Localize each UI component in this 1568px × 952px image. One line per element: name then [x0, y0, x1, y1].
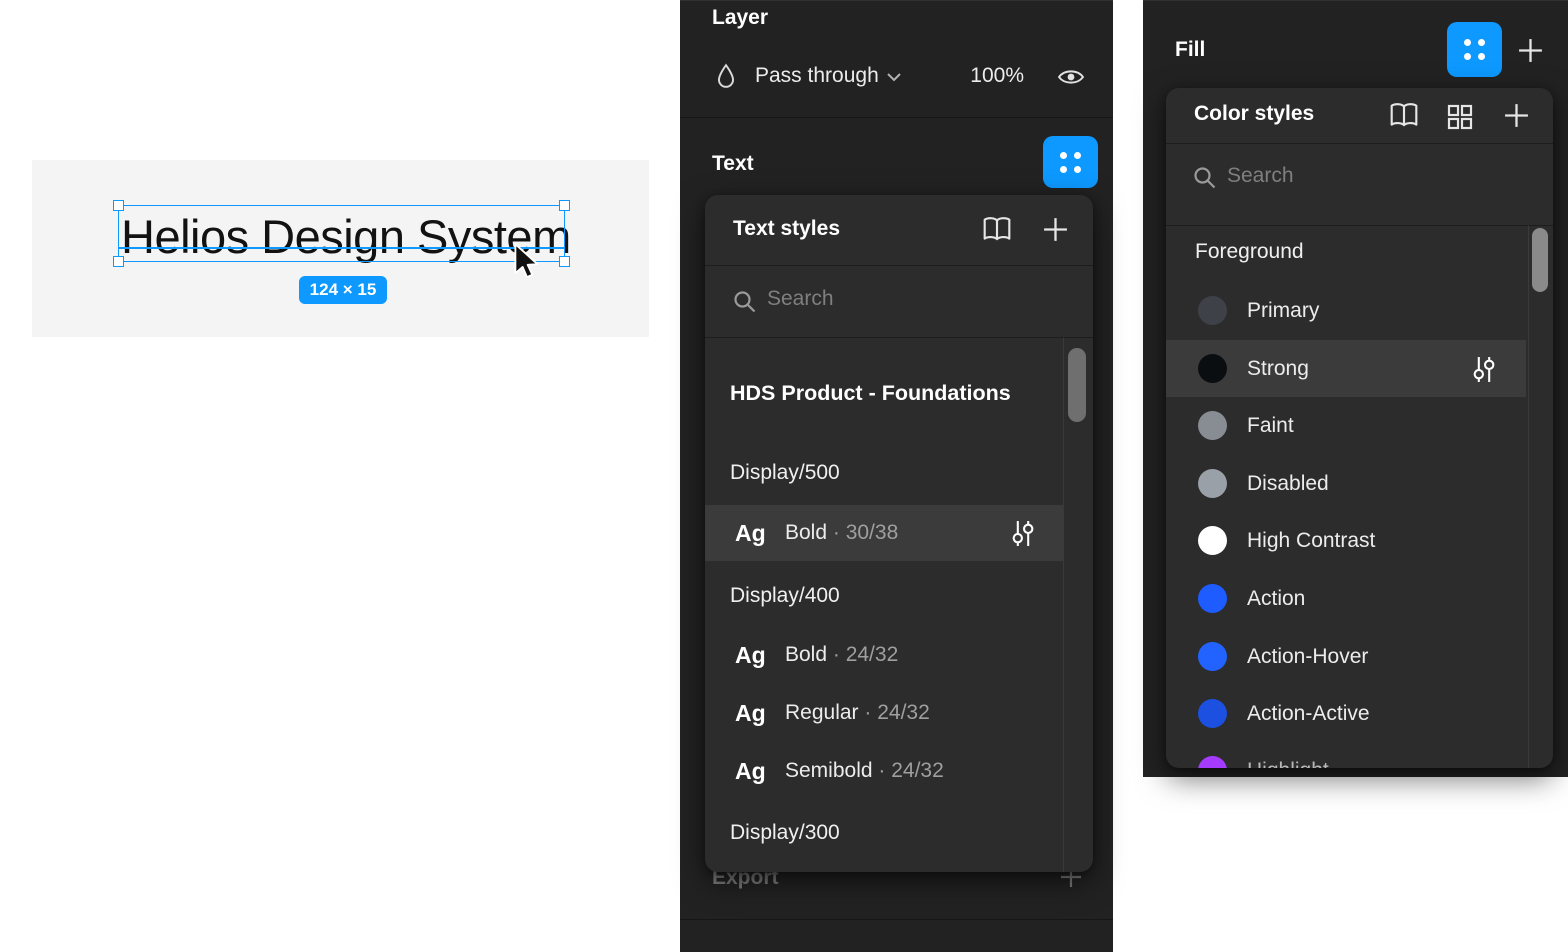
adjust-style-icon[interactable] — [1011, 520, 1035, 547]
text-styles-panel: Text styles HDS Product - Foundations Di… — [705, 195, 1093, 872]
color-style-item[interactable]: Action-Hover — [1166, 628, 1526, 685]
search-icon — [733, 290, 757, 314]
search-icon — [1193, 166, 1217, 190]
color-style-item[interactable]: Disabled — [1166, 455, 1526, 512]
add-color-style-icon[interactable] — [1503, 102, 1530, 129]
selection-handle[interactable] — [113, 200, 124, 211]
visibility-eye-icon[interactable] — [1057, 67, 1085, 87]
color-style-item[interactable]: Action — [1166, 570, 1526, 627]
color-styles-panel: Color styles Foreground — [1166, 88, 1553, 768]
style-name: Regular · 24/32 — [785, 701, 930, 725]
scrollbar-thumb[interactable] — [1068, 348, 1086, 422]
adjust-style-icon[interactable] — [1472, 356, 1496, 383]
color-swatch — [1198, 642, 1227, 671]
color-style-item[interactable]: Faint — [1166, 397, 1526, 454]
style-library-book-icon[interactable] — [982, 215, 1012, 243]
style-name: Bold · 30/38 — [785, 521, 898, 545]
fill-panel: Fill Color styles — [1143, 0, 1568, 777]
color-swatch — [1198, 756, 1227, 768]
text-style-item[interactable]: Ag Bold · 30/38 — [705, 505, 1063, 561]
style-group-label: Display/400 — [730, 584, 840, 608]
style-sample: Ag — [735, 758, 766, 785]
color-swatch — [1198, 296, 1227, 325]
style-group-label: Display/300 — [730, 821, 840, 845]
selection-handle[interactable] — [113, 256, 124, 267]
selection-box[interactable] — [118, 205, 565, 262]
selection-handle[interactable] — [559, 200, 570, 211]
add-fill-icon[interactable] — [1517, 37, 1544, 64]
text-style-item[interactable]: Ag Semibold · 24/32 — [705, 743, 1063, 799]
grid-view-icon[interactable] — [1447, 104, 1473, 130]
color-group-label: Foreground — [1195, 240, 1304, 264]
style-name: Bold · 24/32 — [785, 643, 898, 667]
text-styles-title: Text styles — [733, 217, 840, 241]
layer-section-title: Layer — [712, 6, 768, 30]
properties-panel: Layer Pass through 100% Text Export — [680, 0, 1113, 952]
text-style-picker-button[interactable] — [1043, 136, 1098, 188]
color-style-item[interactable]: High Contrast — [1166, 512, 1526, 569]
color-styles-title: Color styles — [1194, 102, 1314, 126]
color-swatch — [1198, 584, 1227, 613]
text-section-title: Text — [712, 152, 754, 176]
figma-app: Helios Design System 124 × 15 Layer Pass… — [0, 0, 1568, 952]
color-style-item[interactable]: Strong — [1166, 340, 1526, 397]
dimension-badge: 124 × 15 — [299, 276, 387, 304]
color-swatch — [1198, 526, 1227, 555]
color-style-item[interactable]: Primary — [1166, 282, 1526, 339]
text-styles-search-input[interactable] — [767, 287, 1007, 311]
blend-mode-icon — [716, 63, 736, 89]
add-text-style-icon[interactable] — [1042, 216, 1069, 243]
color-style-item[interactable]: Highlight — [1166, 742, 1526, 768]
style-sample: Ag — [735, 700, 766, 727]
chevron-down-icon[interactable] — [886, 72, 902, 82]
color-swatch — [1198, 469, 1227, 498]
text-baseline-indicator — [118, 247, 565, 249]
color-swatch — [1198, 354, 1227, 383]
text-style-item[interactable]: Ag Bold · 24/32 — [705, 627, 1063, 683]
color-styles-search-input[interactable] — [1227, 164, 1467, 188]
style-name: Semibold · 24/32 — [785, 759, 944, 783]
fill-style-picker-button[interactable] — [1447, 22, 1502, 77]
fill-section-title: Fill — [1175, 38, 1205, 62]
blend-mode-select[interactable]: Pass through — [755, 64, 879, 88]
scrollbar-thumb[interactable] — [1532, 228, 1548, 292]
style-group-label: Display/500 — [730, 461, 840, 485]
cursor-pointer-icon — [512, 243, 542, 279]
text-style-item[interactable]: Ag Regular · 24/32 — [705, 685, 1063, 741]
color-swatch — [1198, 411, 1227, 440]
selection-handle[interactable] — [559, 256, 570, 267]
style-sample: Ag — [735, 520, 766, 547]
opacity-field[interactable]: 100% — [968, 64, 1024, 88]
style-sample: Ag — [735, 642, 766, 669]
color-style-item[interactable]: Action-Active — [1166, 685, 1526, 742]
style-library-book-icon[interactable] — [1389, 101, 1419, 129]
color-swatch — [1198, 699, 1227, 728]
library-name: HDS Product - Foundations — [730, 381, 1011, 406]
